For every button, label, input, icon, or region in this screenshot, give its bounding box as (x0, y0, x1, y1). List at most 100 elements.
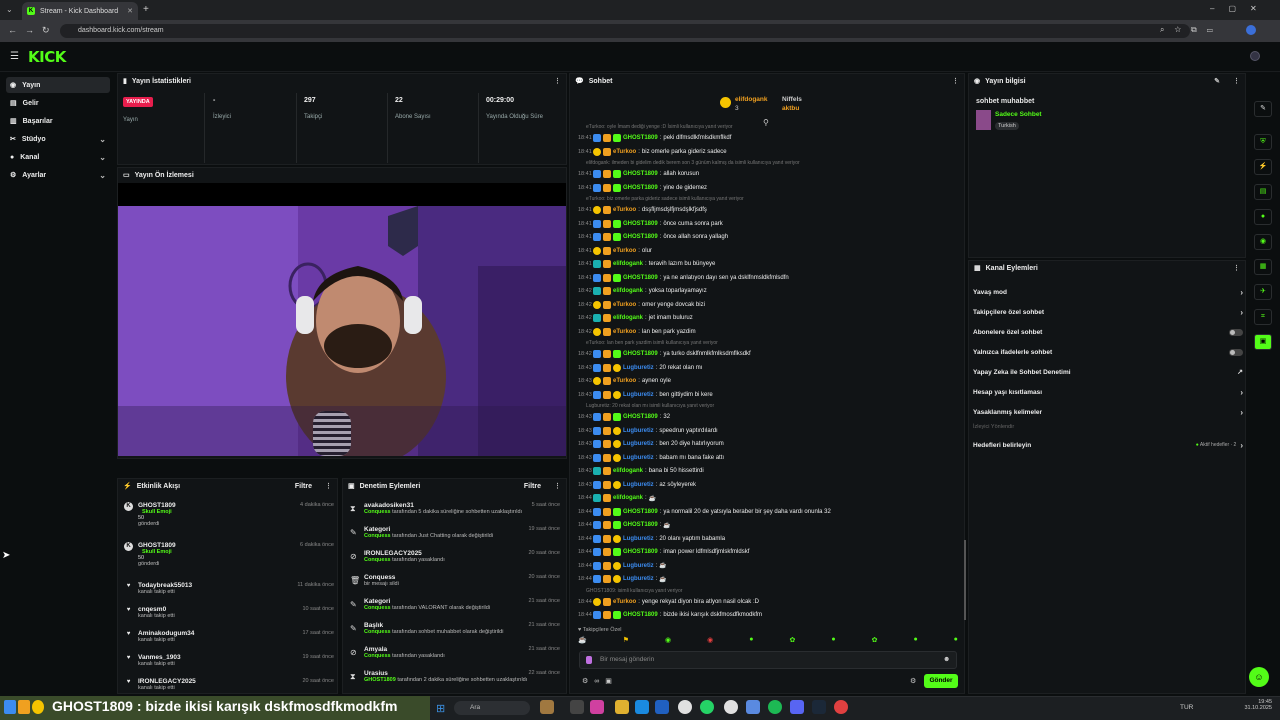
stream-preview-video[interactable] (118, 206, 566, 456)
chat-message[interactable]: 18:42 elifdogank: yoksa toparlayamayız (578, 286, 958, 296)
chat-message[interactable]: 18:43 Lugburetiz: babam mı bana fake attı (578, 453, 958, 463)
url-field[interactable]: dashboard.kick.com/stream (60, 24, 1190, 38)
mod-actor[interactable]: Conquess (364, 509, 391, 515)
more-icon[interactable]: ⋮ (325, 482, 332, 490)
chat-message[interactable]: 18:43 GHOST1809:32 (578, 412, 958, 422)
chat-message[interactable]: 18:41 eTurkoo: biz omerle parka gideriz sa… (578, 147, 958, 157)
chat-username[interactable]: Lugburetiz (623, 455, 654, 461)
filter-icon[interactable]: ⚲ (763, 118, 769, 127)
windows-start-icon[interactable]: ⊞ (436, 702, 445, 715)
chat-username[interactable]: Lugburetiz (623, 392, 654, 398)
rail-doc-icon[interactable]: ▤ (1254, 184, 1272, 200)
app-icon[interactable] (746, 700, 760, 714)
rail-edit-icon[interactable]: ✎ (1254, 101, 1272, 117)
chat-message[interactable]: 18:44 GHOST1809: iman power ldfmlsdfjmlskf… (578, 547, 958, 557)
chat-username[interactable]: elifdogank (613, 261, 643, 267)
sidebar-item-gelir[interactable]: ▤ Gelir (6, 95, 110, 111)
chat-message[interactable]: 18:41 elifdogank: teravih lazım bu bünyeye (578, 259, 958, 269)
rail-layout-icon[interactable]: ▦ (1254, 259, 1272, 275)
emote-icon[interactable]: ✿ (789, 636, 795, 648)
chat-message[interactable]: 18:41 GHOST1809: ya ne anlatıyon dayı sen … (578, 273, 958, 283)
mod-actor[interactable]: Conquess (364, 557, 391, 563)
chat-username[interactable]: GHOST1809 (623, 509, 658, 515)
emote-icon[interactable]: ⚑ (623, 636, 629, 648)
chat-username[interactable]: eTurkoo (613, 329, 636, 335)
menu-icon[interactable]: ☰ (10, 51, 19, 62)
discord-icon[interactable] (790, 700, 804, 714)
emote-icon[interactable]: ◉ (707, 636, 713, 648)
chat-input[interactable]: Bir mesaj gönderin (579, 651, 957, 669)
chat-username[interactable]: GHOST1809 (623, 221, 658, 227)
chat-message[interactable]: 18:41 GHOST1809: yine de gidemez (578, 183, 958, 193)
chat-message[interactable]: 18:41 GHOST1809: önce allah sonra yallagh (578, 232, 958, 242)
goals-row[interactable]: Hedefleri belirleyin ● Aktif hedefler · 2… (970, 436, 1246, 454)
chat-username[interactable]: GHOST1809 (623, 275, 658, 281)
rail-wrench-icon[interactable]: ✈ (1254, 284, 1272, 300)
emote-icon[interactable]: ● (913, 636, 917, 648)
folder-icon[interactable] (615, 700, 629, 714)
chat-message[interactable]: 18:41 GHOST1809: peki dlfmsdlkfmlsdkmflkdf (578, 133, 958, 143)
send-button[interactable]: Gönder (924, 674, 958, 688)
mod-actor[interactable]: Conquess (364, 533, 391, 539)
sidebar-item-kanal[interactable]: ● Kanal ⌄ (6, 149, 110, 165)
more-icon[interactable]: ⋮ (554, 77, 561, 85)
sidebar-item-basarilar[interactable]: ▥ Başarılar (6, 113, 110, 129)
chat-username[interactable]: eTurkoo (613, 149, 636, 155)
taskbar-search[interactable]: Ara (454, 701, 530, 715)
emote-icon[interactable]: ◉ (665, 636, 671, 648)
chat-message[interactable]: 18:42 eTurkoo: lan ben park yazdim (578, 327, 958, 337)
chat-message[interactable]: 18:43 Lugburetiz: ben gittiydim bi kere (578, 390, 958, 400)
emote-icon[interactable]: ✿ (872, 636, 878, 648)
chat-message[interactable]: 18:44 elifdogank: ☕ (578, 493, 958, 503)
chat-username[interactable]: elifdogank (613, 495, 643, 501)
toggle-switch[interactable] (1229, 348, 1243, 356)
chat-message[interactable]: 18:43 Lugburetiz: ben 20 diye hatırlıyorum (578, 439, 958, 449)
chat-message[interactable]: 18:44 eTurkoo: yenge rekyat diyon bira atl… (578, 597, 958, 607)
mod-actor[interactable]: Conquess (364, 605, 391, 611)
chat-username[interactable]: GHOST1809 (623, 171, 658, 177)
channel-action-row[interactable]: Yasaklanmış kelimeler › (970, 403, 1246, 421)
channel-action-row[interactable]: Hesap yaşı kısıtlaması › (970, 383, 1246, 401)
chat-username[interactable]: GHOST1809 (623, 135, 658, 141)
nav-buttons[interactable]: ←→↻ (8, 25, 58, 36)
chat-message[interactable]: 18:41 GHOST1809: önce cuma sonra park (578, 219, 958, 229)
steam-icon[interactable] (812, 700, 826, 714)
chat-username[interactable]: Lugburetiz (623, 365, 654, 371)
chat-username[interactable]: GHOST1809 (623, 351, 658, 357)
chat-username[interactable]: Lugburetiz (623, 482, 654, 488)
emote-icon[interactable]: ● (831, 636, 835, 648)
more-icon[interactable]: ⋮ (952, 77, 959, 85)
rail-bolt-icon[interactable]: ⚡ (1254, 159, 1272, 175)
channel-action-row[interactable]: Takipçilere özel sohbet › (970, 303, 1246, 321)
window-controls[interactable]: –▢✕ (1210, 4, 1271, 13)
kick-logo[interactable]: KICK (28, 48, 66, 66)
channel-action-row[interactable]: Yapay Zeka ile Sohbet Denetimi ↗ (970, 363, 1246, 381)
chat-message[interactable]: 18:43 elifdogank: bana bi 50 hissettirdi (578, 466, 958, 476)
chat-message[interactable]: 18:41 eTurkoo: olur (578, 246, 958, 256)
chat-username[interactable]: eTurkoo (613, 599, 636, 605)
chat-message[interactable]: 18:43 eTurkoo: aynen oyle (578, 376, 958, 386)
browser-toolbar-icons[interactable]: ⌕☆⧉▭ (1160, 25, 1223, 35)
mod-actor[interactable]: Conquess (364, 629, 391, 635)
more-icon[interactable]: ⋮ (1233, 77, 1240, 85)
chat-username[interactable]: GHOST1809 (623, 185, 658, 191)
chat-username[interactable]: GHOST1809 (623, 549, 658, 555)
edit-icon[interactable]: ✎ (1214, 77, 1220, 85)
chat-message[interactable]: 18:43 Lugburetiz: speedrun yaptırdılardı (578, 426, 958, 436)
app-icon[interactable] (570, 700, 584, 714)
browser-tab[interactable]: K Stream - Kick Dashboard ✕ (22, 2, 138, 20)
tab-list-icon[interactable]: ⌄ (6, 5, 13, 14)
chat-username[interactable]: elifdogank (613, 468, 643, 474)
chat-message[interactable]: 18:42 eTurkoo: omer yenge dovcak bizi (578, 300, 958, 310)
chat-username[interactable]: GHOST1809 (623, 522, 658, 528)
rail-share-icon[interactable]: ⌗ (1254, 309, 1272, 325)
profile-avatar[interactable] (1246, 25, 1256, 35)
chat-username[interactable]: eTurkoo (613, 378, 636, 384)
rail-active-icon[interactable]: ▣ (1254, 334, 1272, 350)
moderation-filter-button[interactable]: Filtre (524, 483, 541, 490)
help-chat-button[interactable]: ☺ (1249, 667, 1269, 687)
clock[interactable]: 19:45 31.10.2025 (1240, 699, 1272, 711)
category-link[interactable]: Sadece Sohbet (995, 111, 1042, 118)
chat-message[interactable]: 18:42 elifdogank: jet imam buluruz (578, 313, 958, 323)
chat-username[interactable]: Lugburetiz (623, 563, 654, 569)
